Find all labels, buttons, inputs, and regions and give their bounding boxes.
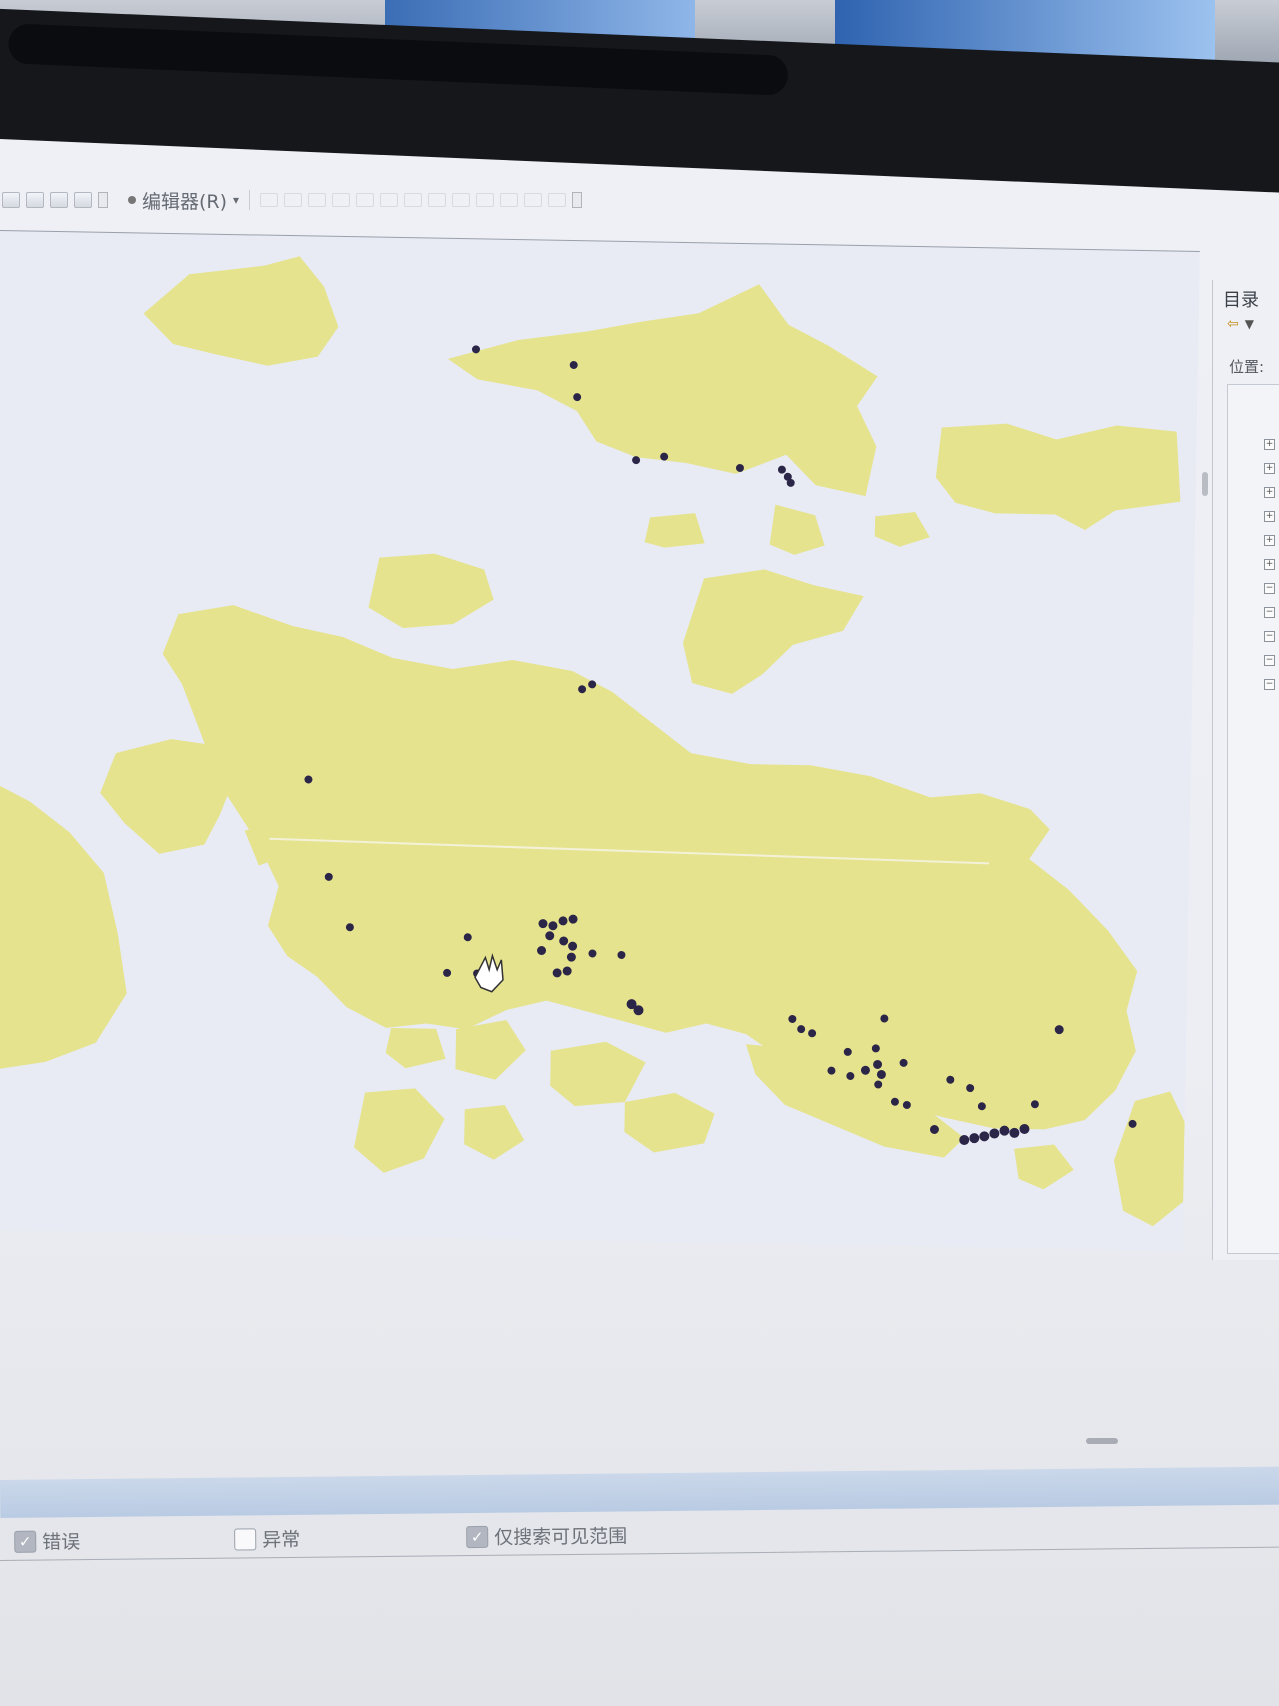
straight-segment-icon[interactable] [308, 193, 327, 207]
point-feature[interactable] [989, 1128, 1000, 1139]
land-main [162, 605, 1138, 1130]
tree-expander[interactable]: − [1264, 679, 1275, 690]
tree-expander[interactable]: − [1264, 583, 1275, 594]
land-island [682, 569, 864, 694]
editor-toolbar: 编辑器(R) ▾ [0, 180, 1279, 220]
endpoint-arc-icon[interactable] [332, 193, 351, 207]
chevron-down-icon: ▾ [233, 193, 240, 207]
point-feature[interactable] [979, 1131, 990, 1142]
tree-expander[interactable]: + [1264, 439, 1275, 450]
editor-menu-button[interactable]: 编辑器(R) ▾ [128, 187, 239, 214]
sketch-properties-icon[interactable] [524, 193, 543, 207]
chevron-down-icon[interactable]: ▼ [1245, 317, 1254, 331]
visible-extent-checkbox[interactable]: ✓ 仅搜索可见范围 [466, 1521, 627, 1550]
tree-expander[interactable]: + [1264, 535, 1275, 546]
checkbox-unchecked-icon[interactable] [234, 1527, 257, 1551]
toolbar-separator [249, 190, 251, 210]
point-feature[interactable] [969, 1133, 980, 1144]
land-island [0, 780, 127, 1071]
land-island [385, 1027, 446, 1069]
land-island [354, 1088, 445, 1173]
land-island [624, 1092, 715, 1153]
edit-tool-icon[interactable] [260, 193, 279, 207]
land-island [368, 553, 494, 629]
export-icon[interactable] [74, 192, 92, 208]
land-island [1113, 1091, 1185, 1227]
create-features-icon[interactable] [548, 193, 567, 207]
print-preview-icon[interactable] [50, 192, 68, 208]
land-island [935, 423, 1181, 530]
attributes-icon[interactable] [500, 193, 519, 207]
error-checkbox[interactable]: ✓ 错误 [14, 1527, 80, 1555]
exception-checkbox-label: 异常 [262, 1528, 301, 1552]
monitor-screen: 编辑器(R) ▾ 目录 ⇦ ▼ 位置: + + + + + + − − − − … [0, 80, 1279, 1706]
tree-expander[interactable]: − [1264, 655, 1275, 666]
edit-annotation-icon[interactable] [284, 193, 303, 207]
land-island [644, 513, 705, 548]
vertical-scrollbar-thumb[interactable] [1202, 472, 1208, 496]
land-island [874, 512, 930, 547]
back-arrow-icon[interactable]: ⇦ ▼ [1227, 316, 1254, 332]
tree-expander[interactable]: − [1264, 631, 1275, 642]
checkbox-checked-icon[interactable]: ✓ [466, 1525, 489, 1548]
catalog-tree[interactable]: + + + + + + − − − − − [1227, 384, 1279, 1254]
land-island [447, 284, 878, 497]
catalog-panel: 目录 ⇦ ▼ 位置: + + + + + + − − − − − [1212, 280, 1279, 1260]
tree-expander[interactable]: + [1264, 463, 1275, 474]
tree-expander[interactable]: − [1264, 607, 1275, 618]
toolbar-overflow-dropdown[interactable] [98, 192, 108, 208]
tree-expander[interactable]: + [1264, 487, 1275, 498]
land-island [769, 504, 825, 555]
map-canvas[interactable] [0, 231, 1200, 1252]
editor-icon [128, 196, 136, 204]
land-island [550, 1041, 646, 1107]
horizontal-scrollbar-thumb[interactable] [1086, 1438, 1118, 1444]
checkbox-checked-icon[interactable]: ✓ [14, 1530, 37, 1553]
location-label: 位置: [1229, 358, 1265, 376]
trace-icon[interactable] [356, 193, 375, 207]
land-island [455, 1019, 526, 1080]
exception-checkbox[interactable]: 异常 [234, 1525, 300, 1553]
editor-menu-label: 编辑器(R) [142, 190, 228, 213]
point-feature[interactable] [777, 465, 786, 474]
layout-icon[interactable] [2, 192, 20, 208]
rotate-icon[interactable] [476, 193, 495, 207]
map-display[interactable] [0, 230, 1200, 1251]
land-polygons [0, 256, 1185, 1227]
error-checkbox-label: 错误 [42, 1531, 81, 1554]
visible-extent-checkbox-label: 仅搜索可见范围 [494, 1525, 628, 1549]
cut-polygon-icon[interactable] [404, 193, 423, 207]
land-island [1014, 1144, 1074, 1190]
split-tool-icon[interactable] [380, 193, 399, 207]
print-icon[interactable] [26, 192, 44, 208]
land-island [464, 1104, 525, 1160]
edit-vertices-icon[interactable] [452, 193, 471, 207]
toolbar-overflow-dropdown[interactable] [572, 192, 583, 208]
tree-expander[interactable]: + [1264, 559, 1275, 570]
catalog-title: 目录 [1223, 290, 1259, 311]
reshape-icon[interactable] [428, 193, 447, 207]
tree-expander[interactable]: + [1264, 511, 1275, 522]
point-feature[interactable] [1009, 1127, 1020, 1138]
land-island [143, 256, 339, 366]
